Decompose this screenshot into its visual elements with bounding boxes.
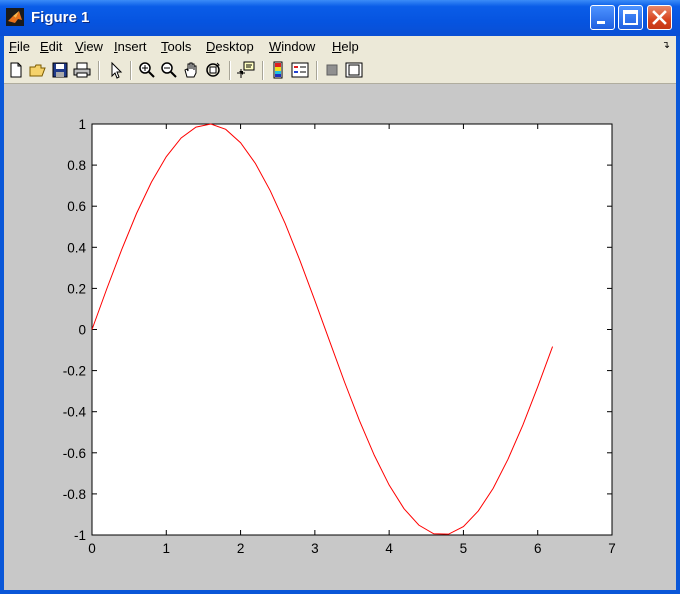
x-tick-label: 5 [460, 541, 468, 556]
minimize-icon [597, 21, 605, 24]
x-tick-label: 3 [311, 541, 319, 556]
x-tick-label: 6 [534, 541, 542, 556]
plot-axes[interactable]: 0 1 2 3 4 5 6 7 1 0.8 0.6 0.4 0.2 0 -0.2 -0.4 -0.6 -0.8 -… [4, 36, 676, 590]
y-tick-labels: 1 0.8 0.6 0.4 0.2 0 -0.2 -0.4 -0.6 -0.8 -1 [63, 117, 87, 543]
x-tick-label: 7 [608, 541, 616, 556]
minimize-button[interactable] [590, 5, 615, 30]
y-tick-label: -1 [74, 528, 86, 543]
x-tick-label: 0 [88, 541, 96, 556]
figure-client-area: File Edit View Insert Tools Desktop Wind… [4, 36, 676, 590]
y-tick-label: 1 [78, 117, 86, 132]
figure-window: Figure 1 File Edit View Insert Tools Des… [0, 0, 680, 594]
axes-background [91, 123, 613, 536]
y-tick-label: 0.8 [67, 158, 86, 173]
x-tick-label: 1 [163, 541, 171, 556]
window-title: Figure 1 [31, 9, 90, 26]
y-tick-label: -0.2 [63, 364, 86, 379]
maximize-icon [623, 10, 638, 25]
y-tick-label: -0.6 [63, 446, 86, 461]
y-tick-label: -0.4 [63, 405, 87, 420]
y-tick-label: 0.4 [67, 240, 86, 255]
close-icon [652, 10, 667, 25]
maximize-button[interactable] [618, 5, 643, 30]
matlab-logo-icon [6, 8, 24, 26]
y-tick-label: 0.2 [67, 281, 86, 296]
close-button[interactable] [647, 5, 672, 30]
x-tick-labels: 0 1 2 3 4 5 6 7 [88, 541, 616, 556]
x-tick-label: 2 [237, 541, 245, 556]
x-tick-label: 4 [385, 541, 393, 556]
y-tick-label: -0.8 [63, 487, 86, 502]
title-bar[interactable]: Figure 1 [0, 0, 680, 36]
y-tick-label: 0 [78, 323, 86, 338]
y-tick-label: 0.6 [67, 199, 86, 214]
